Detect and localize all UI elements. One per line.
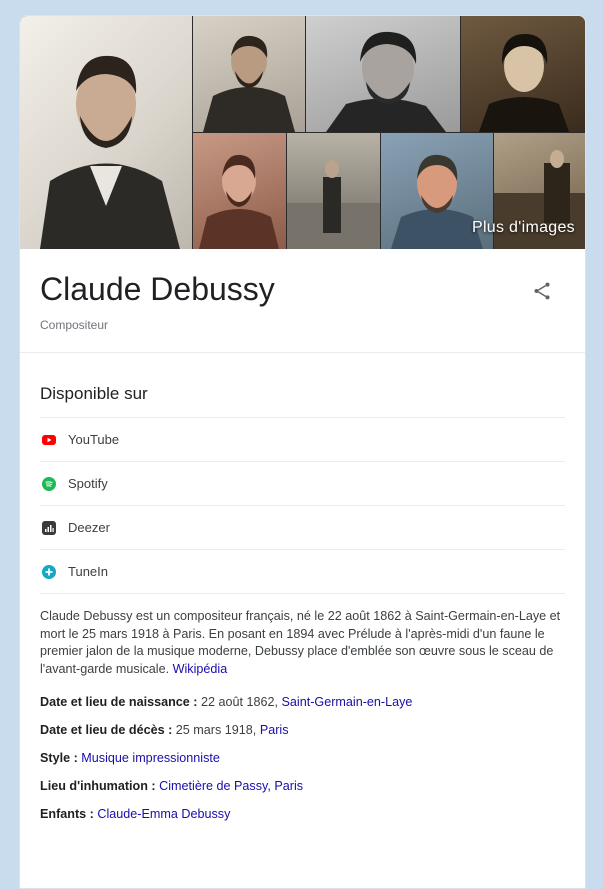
fact-label: Lieu d'inhumation : — [40, 778, 156, 793]
available-on-section: Disponible sur YouTube Spotify Deezer Tu… — [20, 383, 585, 828]
service-spotify[interactable]: Spotify — [40, 462, 565, 506]
service-label: Deezer — [68, 520, 110, 535]
fact-burial: Lieu d'inhumation : Cimetière de Passy, … — [40, 772, 565, 800]
fact-link[interactable]: Paris — [260, 723, 289, 737]
gallery-image-portrait-3[interactable] — [306, 16, 460, 132]
deezer-icon — [42, 520, 56, 535]
service-tunein[interactable]: TuneIn — [40, 550, 565, 594]
fact-birth: Date et lieu de naissance : 22 août 1862… — [40, 688, 565, 716]
available-on-title: Disponible sur — [40, 383, 565, 418]
gallery-image-portrait-5[interactable] — [193, 133, 286, 249]
gallery-image-portrait-2[interactable] — [193, 16, 305, 132]
fact-link[interactable]: Saint-Germain-en-Laye — [282, 695, 413, 709]
gallery-image-portrait-1[interactable] — [20, 16, 192, 249]
fact-value: 22 août 1862, — [200, 694, 279, 709]
fact-label: Enfants : — [40, 806, 94, 821]
fact-death: Date et lieu de décès : 25 mars 1918, Pa… — [40, 716, 565, 744]
service-deezer[interactable]: Deezer — [40, 506, 565, 550]
fact-children: Enfants : Claude-Emma Debussy — [40, 800, 565, 828]
service-label: YouTube — [68, 432, 120, 447]
entity-subtitle: Compositeur — [40, 318, 109, 332]
knowledge-panel: Plus d'images Claude Debussy Compositeur… — [19, 15, 586, 889]
more-images-link[interactable]: Plus d'images — [472, 219, 575, 237]
gallery-image-full-figure[interactable] — [287, 133, 380, 249]
facts-list: Date et lieu de naissance : 22 août 1862… — [40, 688, 565, 828]
service-youtube[interactable]: YouTube — [40, 418, 565, 462]
gallery-image-portrait-4[interactable] — [461, 16, 585, 132]
spotify-icon — [42, 476, 56, 491]
image-gallery[interactable]: Plus d'images — [20, 16, 585, 249]
service-label: TuneIn — [68, 564, 108, 579]
fact-label: Date et lieu de naissance : — [40, 694, 198, 709]
fact-style: Style : Musique impressionniste — [40, 744, 565, 772]
fact-link[interactable]: Claude-Emma Debussy — [97, 807, 230, 821]
tunein-icon — [42, 564, 56, 579]
share-icon[interactable] — [531, 280, 553, 302]
wikipedia-link[interactable]: Wikipédia — [173, 662, 228, 676]
fact-label: Date et lieu de décès : — [40, 722, 173, 737]
youtube-icon — [42, 433, 56, 447]
panel-header: Claude Debussy Compositeur — [20, 249, 585, 353]
page-title: Claude Debussy — [40, 271, 275, 307]
description-text: Claude Debussy est un compositeur frança… — [40, 609, 561, 676]
service-label: Spotify — [68, 476, 108, 491]
fact-label: Style : — [40, 750, 78, 765]
fact-link[interactable]: Cimetière de Passy, Paris — [159, 779, 303, 793]
fact-link[interactable]: Musique impressionniste — [81, 751, 220, 765]
entity-description: Claude Debussy est un compositeur frança… — [40, 608, 565, 678]
fact-value: 25 mars 1918, — [175, 722, 257, 737]
